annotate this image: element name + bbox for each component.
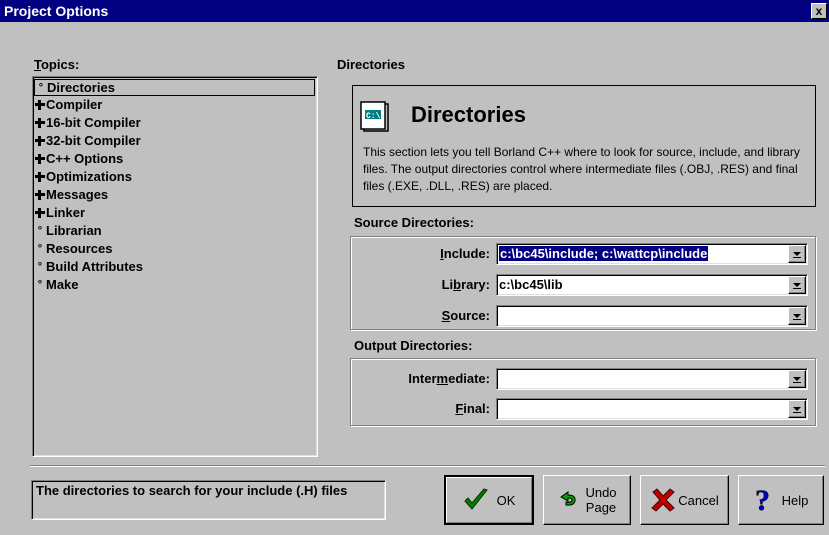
bullet-icon: °: [37, 243, 43, 255]
source-directories-label: Source Directories:: [354, 215, 474, 230]
intermediate-dropdown-button[interactable]: [788, 370, 806, 388]
intermediate-input[interactable]: [497, 370, 788, 388]
topic-item[interactable]: ° Resources: [34, 240, 317, 258]
topic-item[interactable]: ° Build Attributes: [34, 258, 317, 276]
close-button[interactable]: x: [811, 3, 827, 19]
help-question-icon: ?: [754, 485, 770, 515]
topic-label: Make: [46, 277, 79, 292]
expand-plus-icon[interactable]: [34, 153, 46, 165]
bullet-icon: °: [38, 81, 44, 94]
library-label: Library:: [441, 277, 490, 292]
status-text: The directories to search for your inclu…: [31, 480, 386, 520]
topic-label: Optimizations: [46, 169, 132, 184]
undo-arrow-icon: [560, 491, 577, 506]
topic-label: Build Attributes: [46, 259, 144, 274]
directories-icon: C:\: [359, 100, 391, 132]
ok-button[interactable]: OK: [444, 475, 534, 525]
source-combo[interactable]: [496, 305, 808, 327]
topic-item[interactable]: ° Make: [34, 276, 317, 294]
title-bar: Project Options x: [0, 0, 829, 22]
expand-plus-icon[interactable]: [34, 99, 46, 111]
expand-plus-icon[interactable]: [34, 207, 46, 219]
topic-label: Directories: [47, 79, 115, 95]
topic-label: Linker: [46, 205, 86, 220]
chevron-down-icon: [793, 314, 801, 320]
source-dropdown-button[interactable]: [788, 307, 806, 325]
topic-label: Librarian: [46, 223, 102, 238]
svg-text:?: ?: [755, 485, 770, 515]
source-label: Source:: [441, 308, 490, 323]
include-dropdown-button[interactable]: [788, 245, 806, 263]
topic-item[interactable]: C++ Options: [34, 150, 317, 168]
chevron-down-icon: [793, 407, 801, 413]
topic-label: Resources: [46, 241, 113, 256]
expand-plus-icon[interactable]: [34, 171, 46, 183]
chevron-down-icon: [793, 283, 801, 289]
separator: [30, 465, 825, 467]
library-combo[interactable]: c:\bc45\lib: [496, 274, 808, 296]
topic-item[interactable]: 32-bit Compiler: [34, 132, 317, 150]
include-input[interactable]: c:\bc45\include; c:\wattcp\include: [497, 245, 788, 263]
expand-plus-icon[interactable]: [34, 117, 46, 129]
source-input[interactable]: [497, 307, 788, 325]
topics-label: Topics:: [34, 57, 80, 72]
window-title: Project Options: [4, 3, 109, 19]
topic-item[interactable]: ° Librarian: [34, 222, 317, 240]
section-label: Directories: [337, 57, 405, 72]
topics-tree[interactable]: ° Directories Compiler 16-bit Compiler 32-bi…: [32, 76, 318, 457]
undo-page-button[interactable]: Undo Page: [543, 475, 631, 525]
topic-item[interactable]: Optimizations: [34, 168, 317, 186]
topic-item[interactable]: 16-bit Compiler: [34, 114, 317, 132]
topic-item[interactable]: Messages: [34, 186, 317, 204]
svg-text:C:\: C:\: [366, 112, 381, 121]
chevron-down-icon: [793, 252, 801, 258]
expand-plus-icon[interactable]: [34, 189, 46, 201]
topic-item[interactable]: ° Directories: [34, 79, 315, 96]
bullet-icon: °: [37, 261, 43, 273]
checkmark-icon: [463, 488, 488, 510]
topic-label: 16-bit Compiler: [46, 115, 141, 130]
topic-label: Messages: [46, 187, 109, 202]
close-icon: x: [815, 4, 823, 18]
final-label: Final:: [455, 401, 490, 416]
final-dropdown-button[interactable]: [788, 400, 806, 418]
intermediate-combo[interactable]: [496, 368, 808, 390]
topic-label: 32-bit Compiler: [46, 133, 141, 148]
topic-item[interactable]: Linker: [34, 204, 317, 222]
section-title: Directories: [411, 102, 526, 127]
topics-list: ° Directories Compiler 16-bit Compiler 32-bi…: [33, 77, 317, 294]
topic-item[interactable]: Compiler: [34, 96, 317, 114]
chevron-down-icon: [793, 377, 801, 383]
include-combo[interactable]: c:\bc45\include; c:\wattcp\include: [496, 243, 808, 265]
output-directories-label: Output Directories:: [354, 338, 473, 353]
help-button[interactable]: ? Help: [738, 475, 824, 525]
section-header-panel: C:\ Directories This section lets you te…: [352, 85, 816, 207]
bullet-icon: °: [37, 279, 43, 291]
topic-label: C++ Options: [46, 151, 124, 166]
final-combo[interactable]: [496, 398, 808, 420]
cancel-button[interactable]: Cancel: [640, 475, 729, 525]
bullet-icon: °: [37, 225, 43, 237]
include-label: Include:: [440, 246, 490, 261]
expand-plus-icon[interactable]: [34, 135, 46, 147]
cancel-x-icon: [651, 488, 676, 512]
section-description: This section lets you tell Borland C++ w…: [363, 145, 800, 193]
library-dropdown-button[interactable]: [788, 276, 806, 294]
final-input[interactable]: [497, 400, 788, 418]
topic-label: Compiler: [46, 97, 103, 112]
library-input[interactable]: c:\bc45\lib: [497, 276, 788, 294]
intermediate-label: Intermediate:: [408, 371, 490, 386]
